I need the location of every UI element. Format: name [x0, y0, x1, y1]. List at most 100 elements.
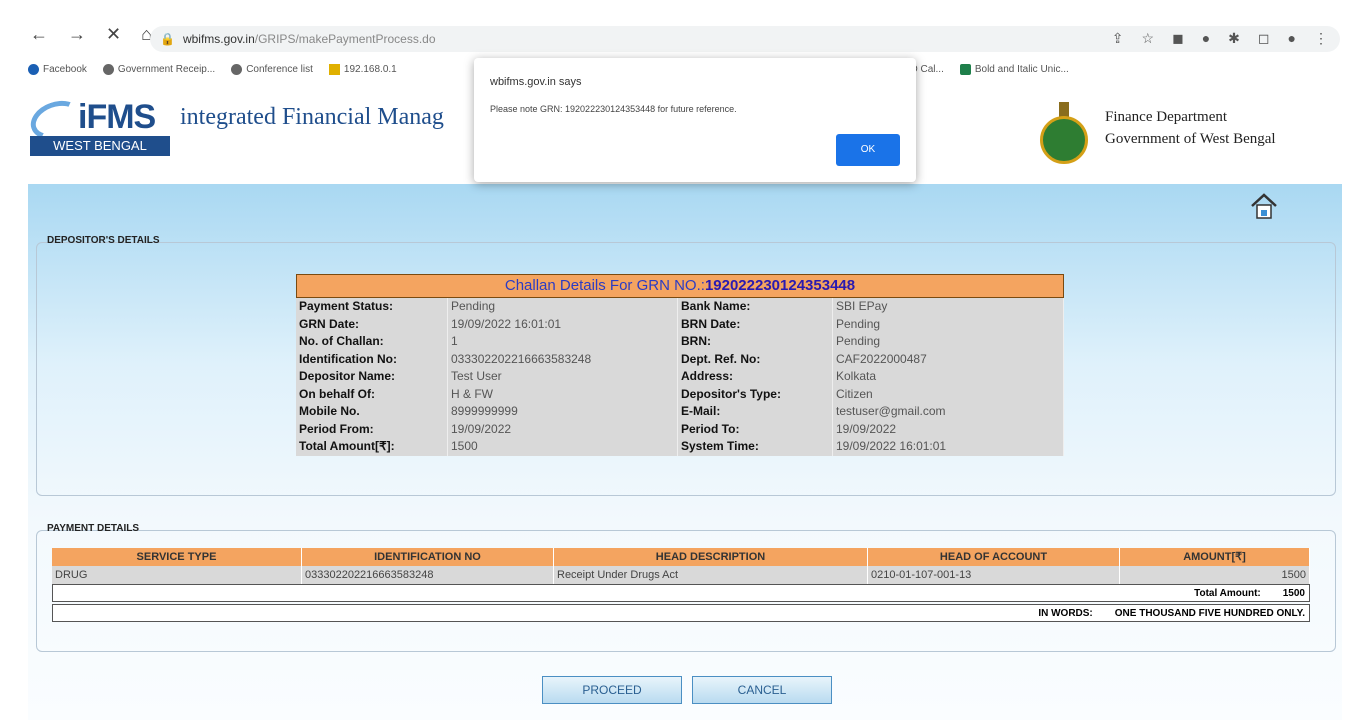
star-icon[interactable]: ☆	[1142, 30, 1155, 47]
detail-row: GRN Date: 19/09/2022 16:01:01 BRN Date: Pen…	[296, 315, 1064, 333]
back-icon[interactable]: ←	[30, 24, 48, 45]
cell-identification-no: 033302202216663583248	[302, 566, 554, 584]
menu-icon[interactable]: ⋮	[1314, 30, 1328, 47]
challan-heading: Challan Details For GRN NO.:192022230124…	[296, 274, 1064, 298]
col-head-of-account: HEAD OF ACCOUNT	[868, 548, 1120, 566]
bookmark-item[interactable]: Facebook	[28, 63, 87, 75]
detail-value: Test User	[448, 368, 678, 386]
share-icon[interactable]: ⇪	[1112, 30, 1124, 47]
payment-table-header: SERVICE TYPE IDENTIFICATION NO HEAD DESC…	[52, 548, 1310, 566]
detail-label: Total Amount[₹]:	[296, 438, 448, 456]
detail-row: Mobile No. 8999999999 E-Mail: testuser@gmai…	[296, 403, 1064, 421]
detail-label: Identification No:	[296, 350, 448, 368]
ifms-logo: iFMS WEST BENGAL	[25, 94, 170, 156]
nav-buttons: ← → ✕ ⌂	[30, 24, 152, 45]
detail-label: Period To:	[678, 420, 833, 438]
detail-value: 1	[448, 333, 678, 351]
detail-value: 1500	[448, 438, 678, 456]
lock-icon: 🔒	[160, 32, 175, 46]
depositor-legend: DEPOSITOR'S DETAILS	[47, 235, 160, 246]
main-content: DEPOSITOR'S DETAILS Challan Details For …	[28, 184, 1342, 720]
in-words-value: ONE THOUSAND FIVE HUNDRED ONLY.	[1114, 608, 1305, 619]
dialog-title: wbifms.gov.in says	[490, 76, 582, 88]
detail-row: Total Amount[₹]: 1500 System Time: 19/09/20…	[296, 438, 1064, 456]
detail-value: SBI EPay	[833, 298, 1064, 316]
detail-label: Payment Status:	[296, 298, 448, 316]
detail-label: System Time:	[678, 438, 833, 456]
total-amount-label: Total Amount:	[1194, 588, 1261, 599]
cell-head-of-account: 0210-01-107-001-13	[868, 566, 1120, 584]
payment-table: SERVICE TYPE IDENTIFICATION NO HEAD DESC…	[52, 548, 1310, 622]
ok-button[interactable]: OK	[836, 134, 900, 166]
detail-row: No. of Challan: 1 BRN: Pending	[296, 333, 1064, 351]
detail-value: Pending	[833, 315, 1064, 333]
bookmark-item[interactable]: Government Receip...	[102, 63, 215, 75]
col-service-type: SERVICE TYPE	[52, 548, 302, 566]
detail-row: Payment Status: Pending Bank Name: SBI EPay	[296, 298, 1064, 316]
alert-dialog: wbifms.gov.in says Please note GRN: 1920…	[474, 58, 916, 182]
detail-label: Period From:	[296, 420, 448, 438]
puzzle-icon[interactable]: ✱	[1228, 30, 1240, 47]
detail-value: testuser@gmail.com	[833, 403, 1064, 421]
in-words-label: IN WORDS:	[1038, 608, 1093, 619]
globe-icon	[102, 63, 114, 75]
globe-icon	[231, 63, 243, 75]
warning-icon	[328, 63, 340, 75]
detail-label: BRN Date:	[678, 315, 833, 333]
detail-value: 19/09/2022 16:01:01	[448, 315, 678, 333]
bookmark-item[interactable]: Conference list	[231, 63, 313, 75]
home-icon[interactable]	[1250, 192, 1278, 222]
system-title: integrated Financial Manag	[180, 104, 444, 130]
detail-value: Pending	[833, 333, 1064, 351]
col-head-description: HEAD DESCRIPTION	[554, 548, 868, 566]
grn-number: 192022230124353448	[704, 277, 856, 294]
cell-amount: 1500	[1120, 566, 1310, 584]
address-bar[interactable]: 🔒 wbifms.gov.in/GRIPS/makePaymentProcess…	[150, 26, 1340, 52]
amount-in-words-row: IN WORDS: ONE THOUSAND FIVE HUNDRED ONLY.	[52, 604, 1310, 622]
department-name: Finance Department Government of West Be…	[1105, 109, 1276, 147]
table-row: DRUG 033302202216663583248 Receipt Under…	[52, 566, 1310, 584]
detail-label: No. of Challan:	[296, 333, 448, 351]
col-identification-no: IDENTIFICATION NO	[302, 548, 554, 566]
detail-row: On behalf Of: H & FW Depositor's Type: Citi…	[296, 385, 1064, 403]
detail-value: Kolkata	[833, 368, 1064, 386]
detail-value: Citizen	[833, 385, 1064, 403]
detail-value: CAF2022000487	[833, 350, 1064, 368]
toolbar-icons: ⇪ ☆ ◼ ● ✱ ◻ ● ⋮	[1112, 30, 1328, 47]
cell-service-type: DRUG	[52, 566, 302, 584]
detail-label: Bank Name:	[678, 298, 833, 316]
detail-label: Depositor Name:	[296, 368, 448, 386]
forward-icon[interactable]: →	[68, 24, 86, 45]
detail-label: Mobile No.	[296, 403, 448, 421]
detail-label: GRN Date:	[296, 315, 448, 333]
close-icon[interactable]: ✕	[106, 24, 121, 45]
dialog-message: Please note GRN: 192022230124353448 for …	[490, 104, 737, 114]
detail-value: 19/09/2022	[833, 420, 1064, 438]
total-amount-value: 1500	[1282, 588, 1305, 599]
detail-value: 033302202216663583248	[448, 350, 678, 368]
detail-value: 19/09/2022 16:01:01	[833, 438, 1064, 456]
proceed-button[interactable]: PROCEED	[542, 676, 682, 704]
url-domain: wbifms.gov.in	[182, 32, 255, 46]
detail-row: Identification No: 033302202216663583248 D…	[296, 350, 1064, 368]
detail-value: H & FW	[448, 385, 678, 403]
logo-text: iFMS	[78, 98, 156, 136]
cell-head-description: Receipt Under Drugs Act	[554, 566, 868, 584]
extension-icon-2[interactable]: ●	[1202, 30, 1210, 47]
profile-icon[interactable]: ●	[1288, 30, 1296, 47]
payment-legend: PAYMENT DETAILS	[47, 523, 140, 534]
total-amount-row: Total Amount: 1500	[52, 584, 1310, 602]
detail-label: BRN:	[678, 333, 833, 351]
bookmark-item[interactable]: Bold and Italic Unic...	[959, 63, 1069, 75]
sheet-icon	[959, 63, 971, 75]
cancel-button[interactable]: CANCEL	[692, 676, 832, 704]
col-amount: AMOUNT[₹]	[1120, 548, 1310, 566]
detail-row: Period From: 19/09/2022 Period To: 19/09/20…	[296, 420, 1064, 438]
sidepanel-icon[interactable]: ◻	[1258, 30, 1270, 47]
detail-label: Dept. Ref. No:	[678, 350, 833, 368]
logo-band: WEST BENGAL	[30, 136, 170, 156]
bookmark-item[interactable]: 192.168.0.1	[328, 63, 397, 75]
extension-icon[interactable]: ◼	[1172, 30, 1184, 47]
detail-label: E-Mail:	[678, 403, 833, 421]
detail-label: On behalf Of:	[296, 385, 448, 403]
